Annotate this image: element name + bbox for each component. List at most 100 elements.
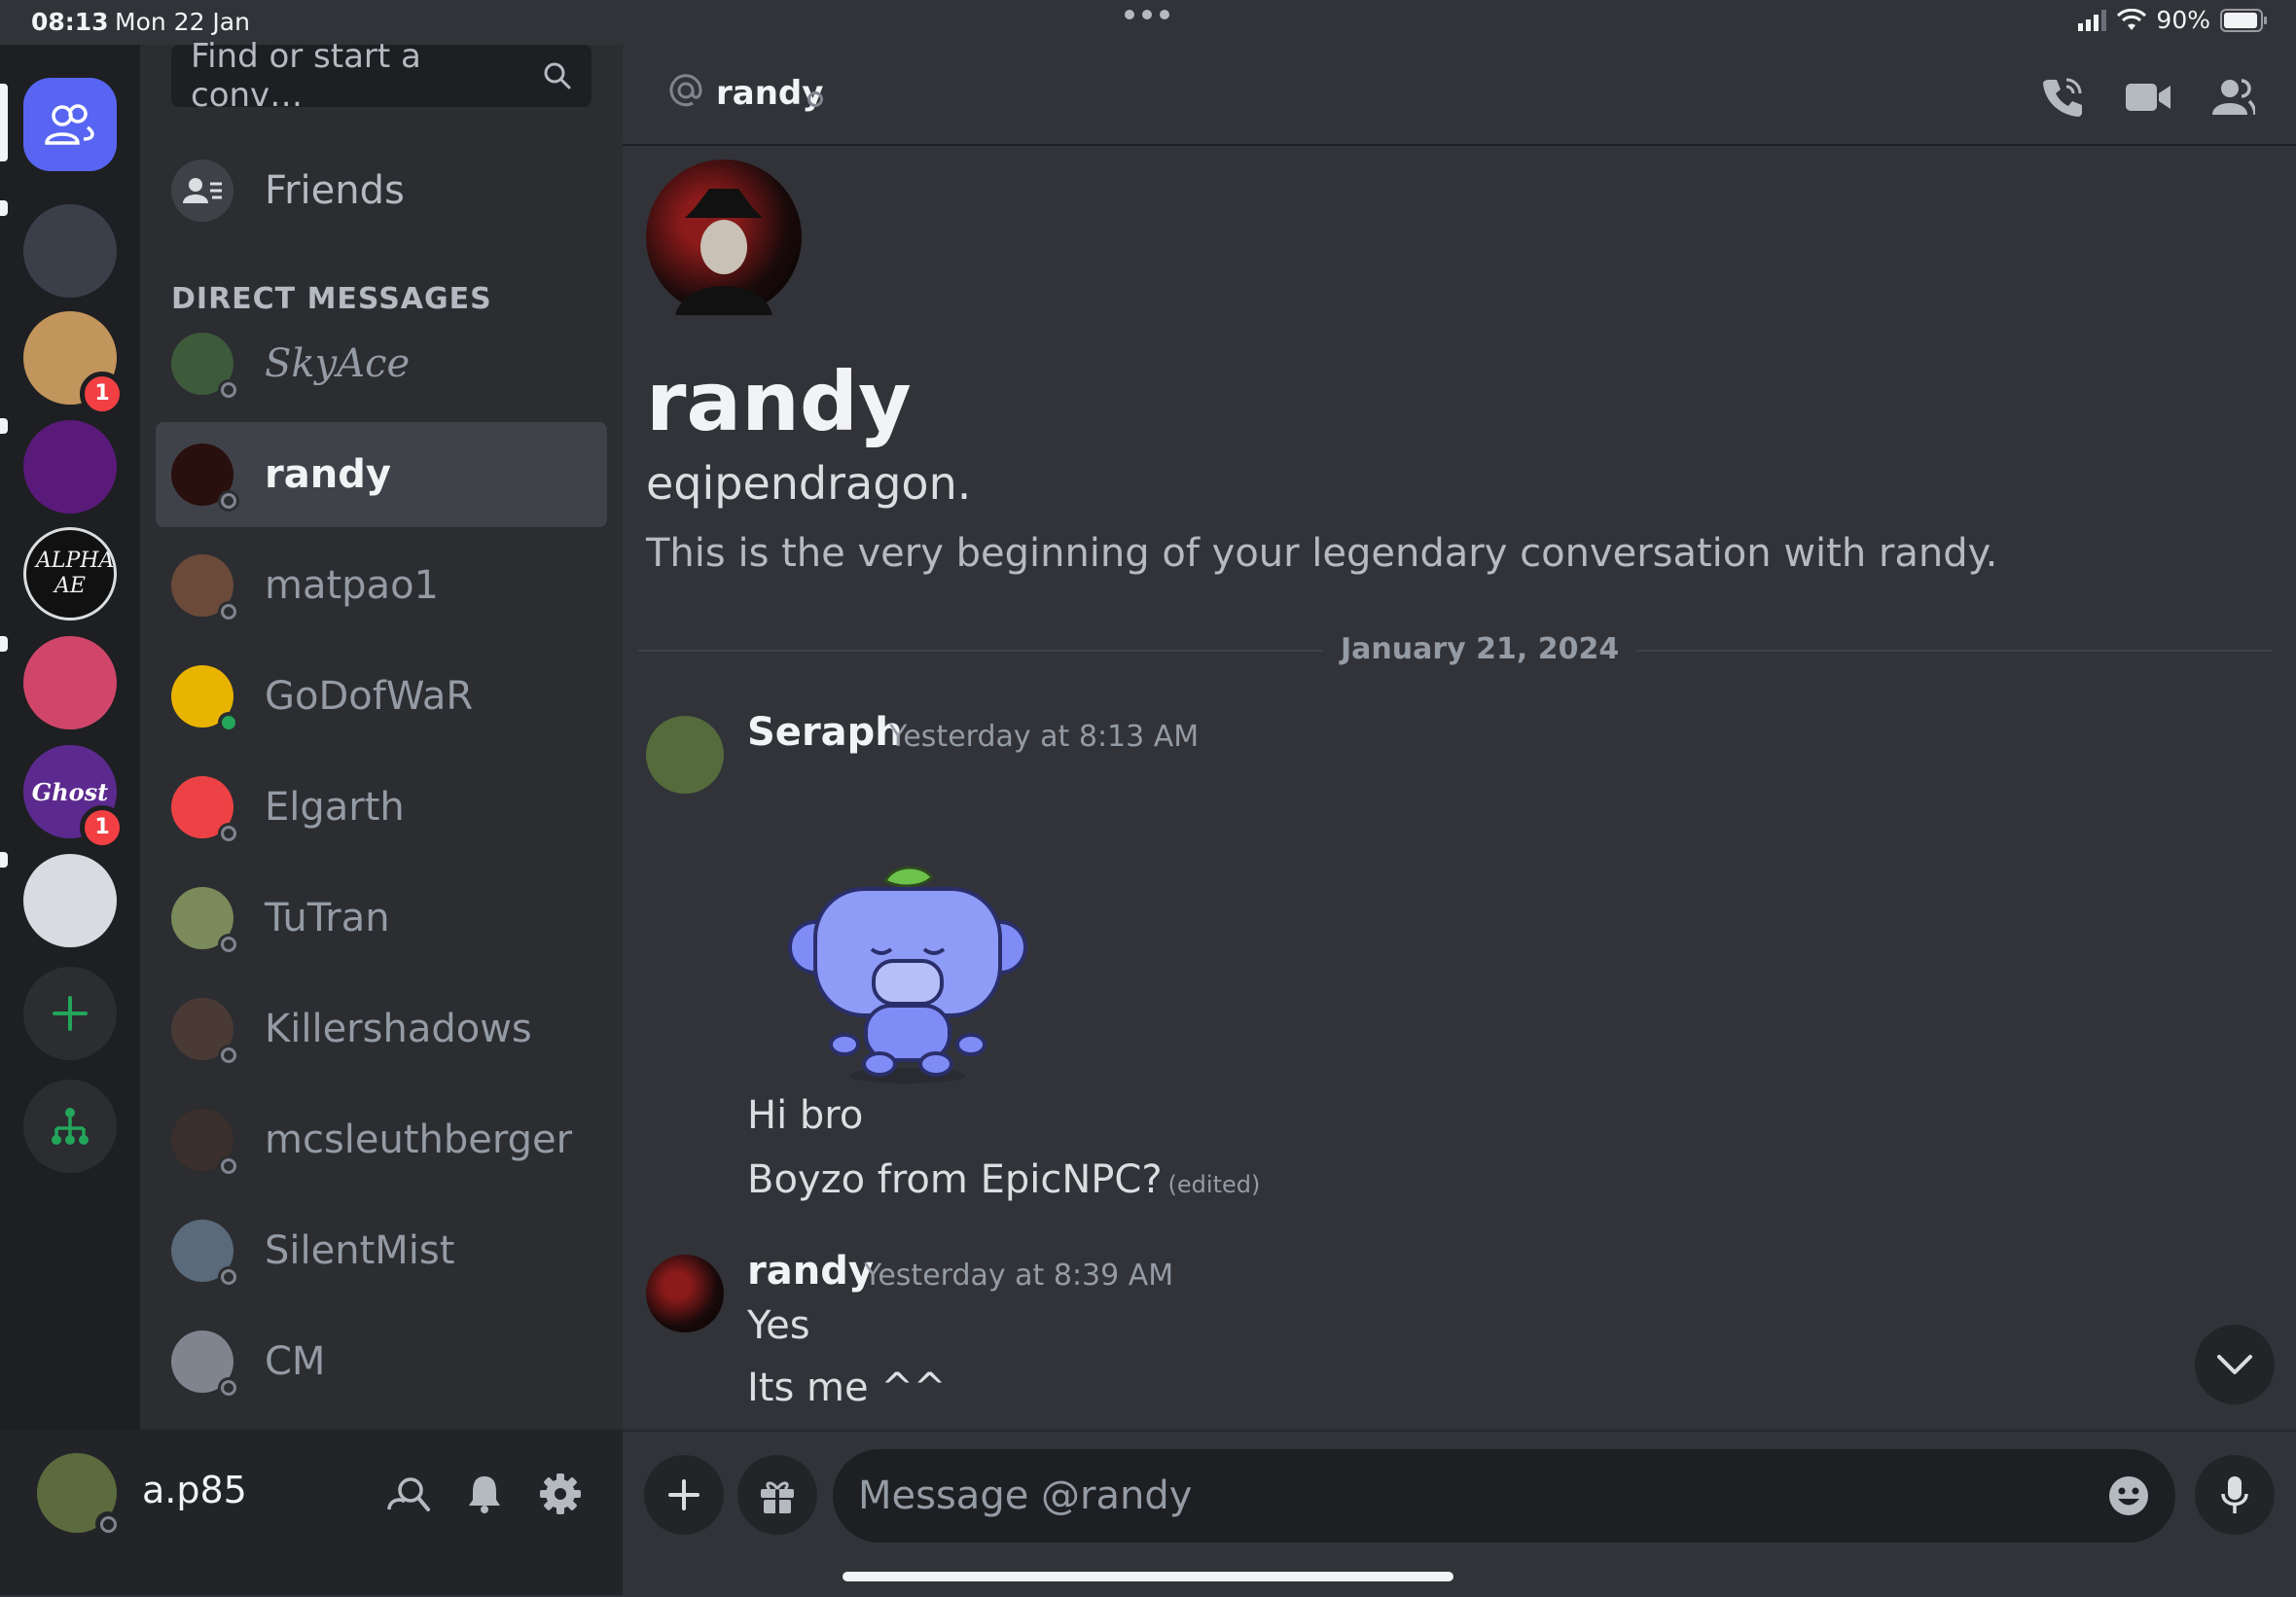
dm-item[interactable]: SkyAce [156, 311, 607, 416]
status-indicator [218, 712, 239, 733]
message-input[interactable]: Message @randy [833, 1449, 2175, 1543]
dm-item[interactable]: GoDofWaR [156, 644, 607, 749]
dm-item[interactable]: Killershadows [156, 976, 607, 1082]
gear-icon [540, 1473, 581, 1514]
chat-header: randy [623, 45, 2296, 146]
message-text[interactable]: Its me ^^ [747, 1366, 946, 1410]
bell-icon [469, 1476, 500, 1513]
at-sign-icon [669, 74, 702, 107]
message-avatar[interactable] [646, 1255, 724, 1332]
user-panel: a.p85 [0, 1430, 623, 1595]
status-indicator [218, 1155, 239, 1177]
friends-icon [171, 160, 233, 222]
direct-messages-home-button[interactable] [23, 78, 117, 171]
dm-item[interactable]: TuTran [156, 866, 607, 971]
dm-item[interactable]: mcsleuthberger [156, 1087, 607, 1192]
welcome-text: This is the very beginning of your legen… [646, 531, 1998, 576]
dm-name: mcsleuthberger [265, 1118, 573, 1162]
multitasking-dots-icon[interactable] [1125, 10, 1169, 19]
dm-avatar [171, 1331, 239, 1399]
wumpus-sticker[interactable] [776, 860, 1039, 1085]
status-indicator [218, 1266, 239, 1288]
server-icon[interactable]: ALPHA AE [23, 527, 117, 621]
mention-badge: 1 [80, 805, 125, 850]
status-indicator [218, 601, 239, 622]
dm-item[interactable]: Elgarth [156, 755, 607, 860]
user-avatar[interactable] [37, 1453, 121, 1537]
welcome-username: eqipendragon. [646, 457, 972, 510]
dm-item[interactable]: randy [156, 422, 607, 527]
server-icon[interactable] [23, 204, 117, 298]
settings-button[interactable] [533, 1467, 588, 1521]
gift-icon [761, 1481, 794, 1513]
server-icon[interactable] [23, 854, 117, 947]
gift-button[interactable] [737, 1455, 817, 1535]
message-text: Boyzo from EpicNPC? [747, 1157, 1163, 1202]
add-server-button[interactable] [23, 967, 117, 1060]
search-input[interactable]: Find or start a conv… [171, 37, 592, 115]
dm-avatar [171, 665, 239, 733]
profile-avatar-large[interactable] [646, 160, 802, 315]
emoji-icon[interactable] [2107, 1474, 2150, 1517]
status-time: 08:13 [31, 8, 109, 36]
message-text-edited[interactable]: Boyzo from EpicNPC? (edited) [747, 1157, 1260, 1202]
dm-item[interactable]: SilentMist [156, 1198, 607, 1303]
unread-indicator [0, 636, 8, 652]
dm-item[interactable]: CM [156, 1309, 607, 1414]
status-indicator [218, 490, 239, 512]
dm-item[interactable]: matpao1 [156, 533, 607, 638]
wifi-icon [2117, 8, 2147, 30]
edited-label: (edited) [1167, 1171, 1261, 1198]
channel-name[interactable]: randy [716, 74, 823, 113]
sticker-icon [788, 866, 1027, 1083]
message-text[interactable]: Hi bro [747, 1093, 863, 1138]
status-indicator [218, 934, 239, 955]
avatar-figure-icon [675, 189, 772, 315]
message-avatar[interactable] [646, 716, 724, 794]
member-list-button[interactable] [2206, 70, 2261, 124]
video-call-button[interactable] [2121, 70, 2175, 124]
search-placeholder: Find or start a conv… [191, 37, 421, 115]
jump-to-bottom-button[interactable] [2195, 1325, 2275, 1404]
voice-call-button[interactable] [2035, 70, 2090, 124]
message-author[interactable]: Seraph [747, 710, 903, 755]
dm-avatar [171, 333, 239, 401]
status-indicator [218, 823, 239, 844]
message-list[interactable]: randy eqipendragon. This is the very beg… [623, 146, 2296, 1430]
notifications-button[interactable] [457, 1467, 512, 1521]
phone-call-icon [2043, 78, 2082, 117]
message-timestamp: Yesterday at 8:39 AM [864, 1259, 1174, 1293]
status-date: Mon 22 Jan [115, 8, 250, 36]
cellular-signal-icon [2078, 9, 2107, 31]
search-user-button[interactable] [381, 1467, 436, 1521]
dm-name: SilentMist [265, 1228, 455, 1273]
message-timestamp: Yesterday at 8:13 AM [889, 720, 1200, 754]
explore-servers-button[interactable] [23, 1080, 117, 1173]
server-label: ALPHA AE [36, 549, 115, 598]
message-text[interactable]: Yes [747, 1303, 810, 1348]
dm-name: Elgarth [265, 785, 405, 830]
server-icon[interactable] [23, 420, 117, 514]
mention-badge: 1 [80, 372, 125, 416]
hub-icon [52, 1108, 89, 1145]
friends-button[interactable]: Friends [171, 154, 599, 228]
dm-avatar [171, 998, 239, 1066]
battery-percent: 90% [2156, 6, 2210, 34]
dm-name: matpao1 [265, 563, 439, 608]
message-placeholder: Message @randy [858, 1473, 1193, 1518]
voice-message-button[interactable] [2195, 1455, 2275, 1535]
plus-icon [53, 996, 88, 1031]
dm-avatar [171, 887, 239, 955]
dm-avatar [171, 1109, 239, 1177]
chevron-down-icon [2217, 1355, 2252, 1374]
server-icon[interactable] [23, 636, 117, 729]
home-indicator[interactable] [843, 1572, 1453, 1581]
selected-indicator [0, 84, 8, 161]
microphone-icon [2221, 1476, 2248, 1513]
username[interactable]: a.p85 [142, 1469, 247, 1511]
unread-indicator [0, 852, 8, 868]
message-author[interactable]: randy [747, 1249, 874, 1294]
dm-name: CM [265, 1339, 326, 1384]
video-camera-icon [2126, 84, 2170, 111]
attach-button[interactable] [644, 1455, 724, 1535]
